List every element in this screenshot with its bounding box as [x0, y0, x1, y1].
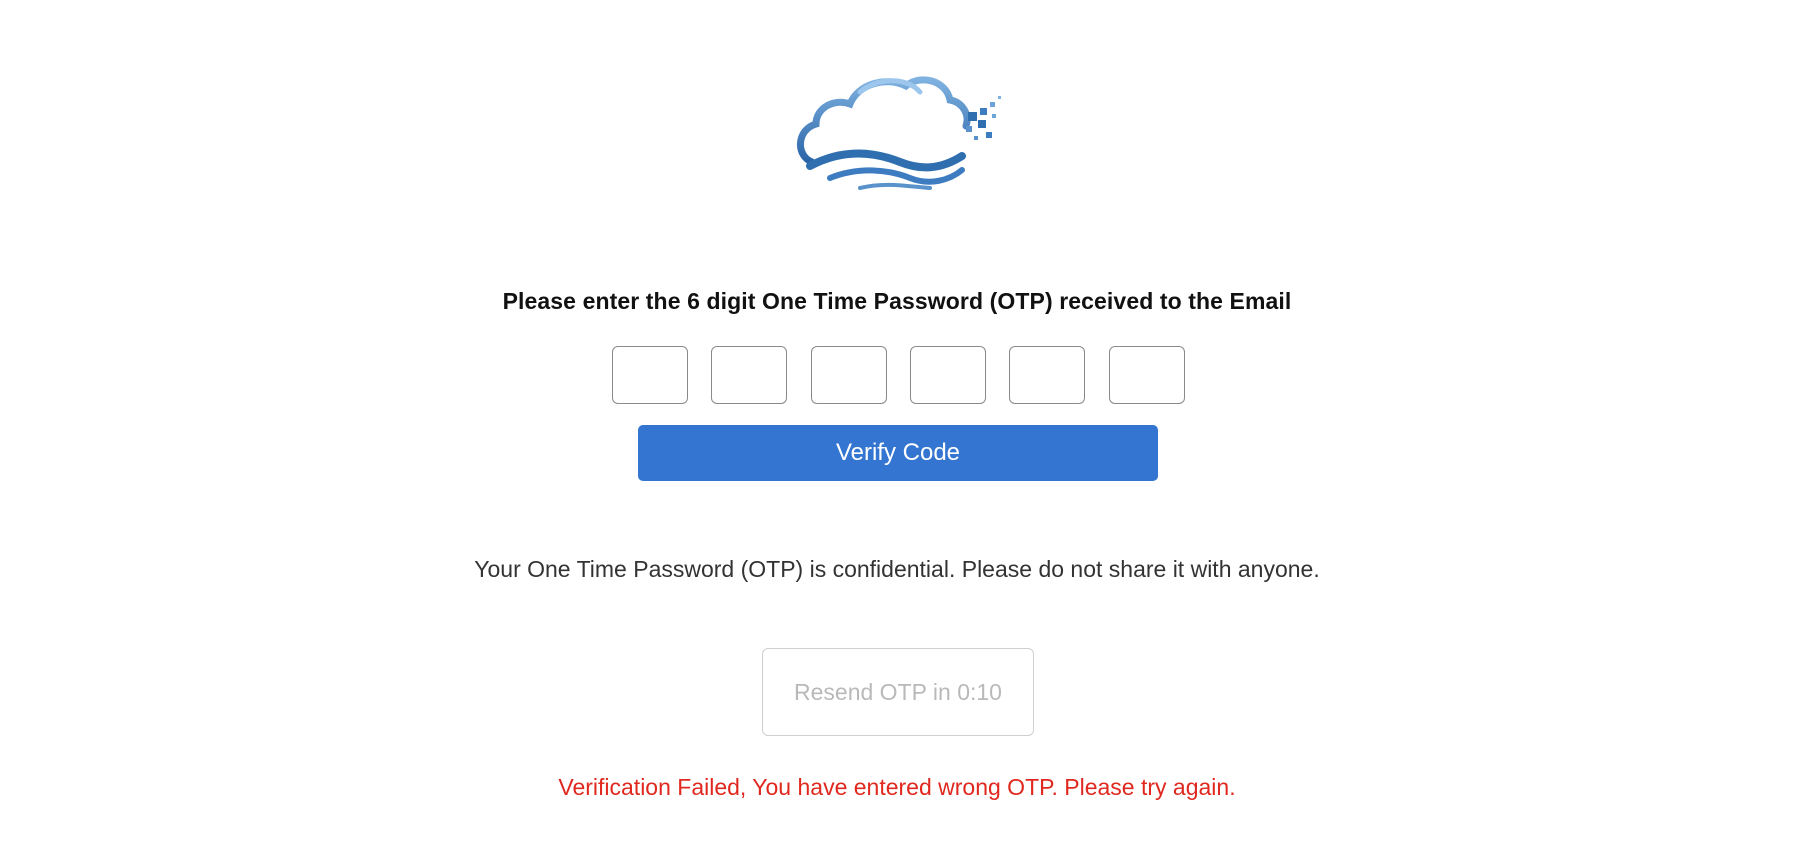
otp-digit-3[interactable]	[811, 346, 887, 404]
otp-digit-4[interactable]	[910, 346, 986, 404]
verify-code-button[interactable]: Verify Code	[638, 425, 1158, 481]
otp-input-group	[612, 346, 1185, 404]
otp-digit-5[interactable]	[1009, 346, 1085, 404]
confidentiality-notice: Your One Time Password (OTP) is confiden…	[474, 556, 1320, 582]
otp-digit-6[interactable]	[1109, 346, 1185, 404]
otp-instruction: Please enter the 6 digit One Time Passwo…	[502, 288, 1292, 314]
cloud-logo-icon	[797, 76, 1001, 190]
otp-digit-2[interactable]	[711, 346, 787, 404]
otp-digit-1[interactable]	[612, 346, 688, 404]
otp-verification-page: Please enter the 6 digit One Time Passwo…	[0, 0, 1794, 856]
resend-otp-button[interactable]: Resend OTP in 0:10	[762, 648, 1034, 736]
error-message: Verification Failed, You have entered wr…	[558, 774, 1236, 800]
